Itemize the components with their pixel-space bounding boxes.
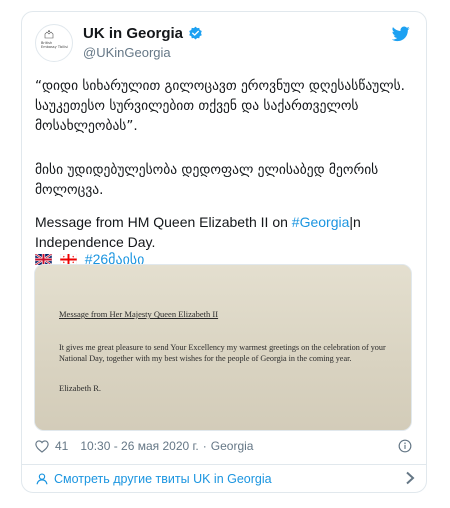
location[interactable]: Georgia — [211, 439, 254, 453]
avatar[interactable]: British Embassy Tbilisi — [35, 24, 73, 62]
tweet-meta-row: 41 10:30 - 26 мая 2020 г. · Georgia — [35, 439, 253, 453]
tweet-text-english: Message from HM Queen Elizabeth II on #G… — [35, 212, 415, 252]
more-tweets-link[interactable]: Смотреть другие твиты UK in Georgia — [35, 467, 415, 491]
letter-heading: Message from Her Majesty Queen Elizabeth… — [59, 309, 219, 319]
letter-signature: Elizabeth R. — [59, 383, 102, 393]
royal-crest-icon — [44, 30, 54, 39]
timestamp[interactable]: 10:30 - 26 мая 2020 г. — [80, 439, 198, 453]
display-name[interactable]: UK in Georgia — [83, 25, 183, 42]
tweet-text-georgian-1: “დიდი სიხარულით გილოცავთ ეროვნულ დღესასწ… — [35, 78, 405, 134]
letter-body: It gives me great pleasure to send Your … — [59, 343, 386, 363]
separator-dot: · — [202, 439, 207, 453]
more-tweets-label[interactable]: Смотреть другие твиты UK in Georgia — [54, 472, 272, 486]
verified-badge-icon — [189, 26, 202, 40]
user-handle[interactable]: @UKinGeorgia — [83, 45, 171, 60]
heart-icon[interactable] — [35, 439, 49, 453]
divider — [22, 464, 426, 465]
chevron-right-icon[interactable] — [405, 471, 415, 485]
hashtag-georgia-link[interactable]: #Georgia — [292, 214, 350, 230]
avatar-caption: British Embassy Tbilisi — [41, 41, 68, 49]
author-name-row: UK in Georgia — [83, 25, 203, 42]
twitter-bird-icon[interactable] — [392, 26, 410, 42]
like-count[interactable]: 41 — [55, 439, 68, 453]
user-icon — [36, 473, 48, 485]
tweet-text-georgian-2: მისი უდიდებულესობა დედოფალ ელისაბედ მეორ… — [35, 162, 379, 198]
info-icon[interactable] — [398, 439, 412, 453]
tweet-card: British Embassy Tbilisi UK in Georgia @U… — [21, 11, 427, 493]
message-text: Message from HM Queen Elizabeth II on — [35, 214, 292, 230]
attached-letter-image[interactable]: Message from Her Majesty Queen Elizabeth… — [34, 264, 412, 431]
